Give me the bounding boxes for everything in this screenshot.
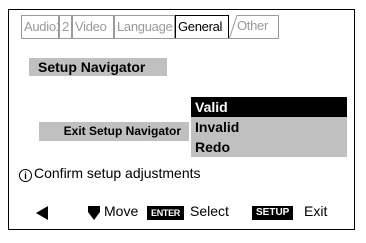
tab-language[interactable]: Language [114,15,175,38]
tab-general[interactable]: General [175,15,229,38]
tab-label: Audio1 [24,19,59,34]
menu-item-valid[interactable]: Valid [191,97,347,117]
tab-audio1[interactable]: Audio1 [21,15,59,38]
tab-label: Other [237,18,269,33]
tab-label: General [178,19,223,34]
help-bar: Move ENTER Select SETUP Exit [0,203,366,223]
exit-setup-navigator-label: Exit Setup Navigator [39,122,189,141]
tab-label: Video [75,19,107,34]
status-message: i Confirm setup adjustments [19,165,201,182]
options-menu: Valid Invalid Redo [191,97,347,157]
section-title: Setup Navigator [29,58,167,76]
move-label: Move [104,203,139,219]
tab-label: 2 [62,19,69,34]
info-icon: i [19,169,32,182]
triangle-left-icon [36,206,48,220]
tab-other[interactable]: Other [229,15,279,38]
enter-key-badge: ENTER [147,206,185,220]
tab-audio2[interactable]: 2 [59,15,72,38]
select-label: Select [190,203,229,219]
down-arrow-icon [88,206,100,220]
tab-label: Language [117,19,173,34]
status-text: Confirm setup adjustments [34,165,201,181]
menu-item-redo[interactable]: Redo [191,137,347,157]
setup-key-badge: SETUP [252,206,294,220]
exit-label: Exit [304,203,328,219]
tab-divider [21,38,279,39]
menu-item-invalid[interactable]: Invalid [191,117,347,137]
tab-video[interactable]: Video [72,15,114,38]
